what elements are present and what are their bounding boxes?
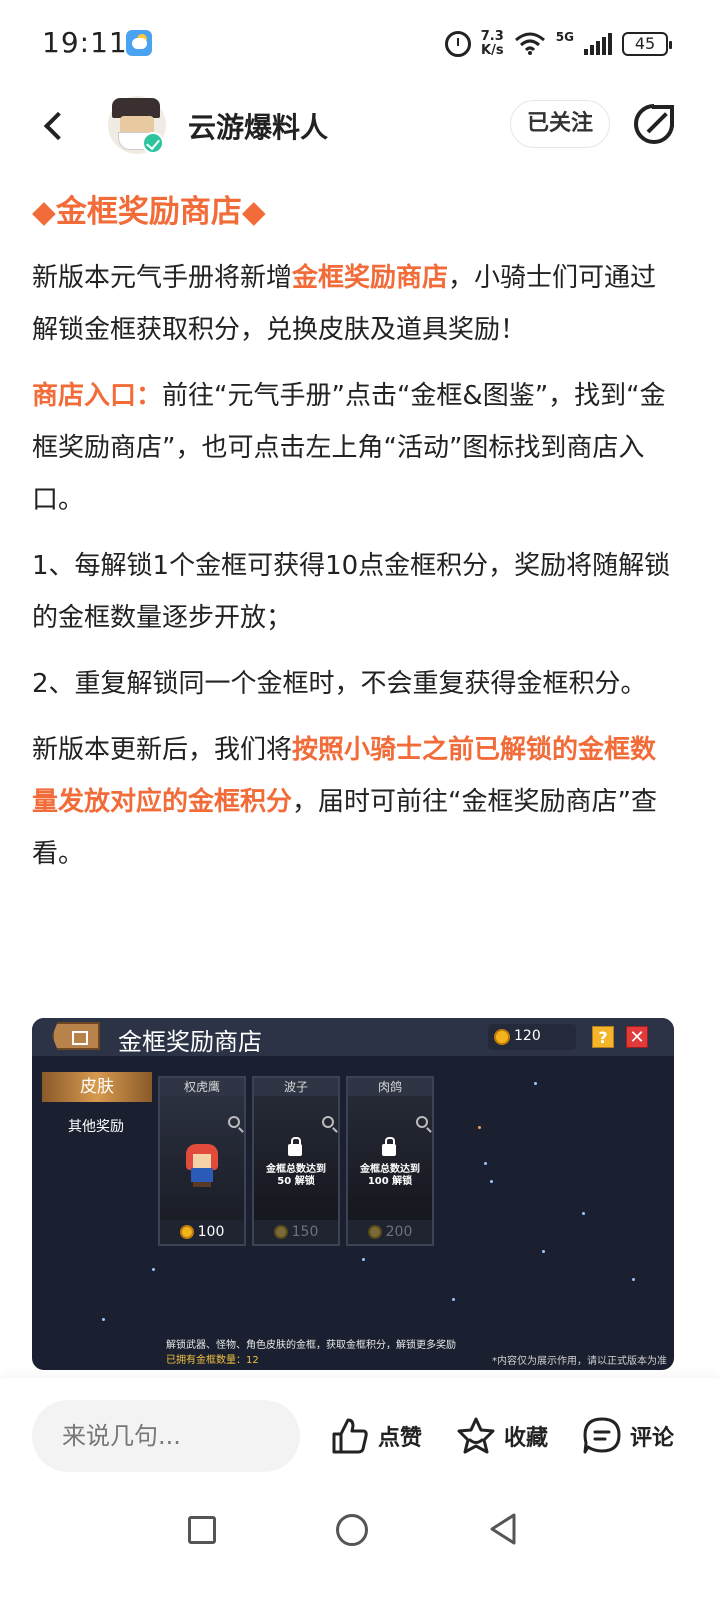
comment-label: 评论 — [630, 1426, 675, 1451]
lock-text: 金框总数达到 50 解锁 — [266, 1164, 326, 1187]
verified-badge-icon — [142, 132, 164, 154]
signal-icon — [584, 33, 612, 55]
zoom-icon[interactable] — [416, 1116, 428, 1128]
coin-icon — [273, 1225, 288, 1239]
favorite-button[interactable]: 收藏 — [456, 1414, 548, 1458]
entry-label: 商店入口： — [32, 381, 163, 411]
recent-apps-icon[interactable] — [188, 1516, 216, 1544]
network-type: 5G — [555, 30, 574, 44]
nav-back-icon[interactable] — [488, 1512, 518, 1546]
paragraph-update: 新版本更新后，我们将按照小骑士之前已解锁的金框数量发放对应的金框积分，届时可前往… — [32, 735, 657, 869]
card-price: 150 — [254, 1220, 338, 1244]
network-speed: 7.3 K/s — [481, 30, 504, 58]
game-back-icon[interactable] — [52, 1022, 100, 1050]
game-screenshot[interactable]: 金框奖励商店 120 ? ✕ 皮肤 其他奖励 权虎鹰 100 波子 金框总数达到… — [32, 1018, 674, 1370]
zoom-icon[interactable] — [228, 1116, 240, 1128]
lock-text: 金框总数达到 100 解锁 — [360, 1164, 420, 1187]
game-close-icon[interactable]: ✕ — [626, 1026, 648, 1048]
follow-button[interactable]: 已关注 — [510, 100, 610, 148]
system-nav-bar — [0, 1492, 720, 1604]
game-footer-description: 解锁武器、怪物、角色皮肤的金框，获取金框积分，解锁更多奖励 — [166, 1340, 456, 1351]
comment-bubble-icon — [583, 1417, 621, 1454]
card-name: 肉鸽 — [348, 1078, 432, 1096]
game-footer-owned: 已拥有金框数量：12 — [166, 1355, 259, 1366]
star-icon — [457, 1417, 495, 1454]
network-speed-unit: K/s — [481, 43, 504, 58]
status-bar: 19:11 7.3 K/s 5G 45 — [0, 0, 720, 88]
paragraph-rule-2: 2、重复解锁同一个金框时，不会重复获得金框积分。 — [32, 669, 647, 699]
paragraph-intro: 新版本元气手册将新增金框奖励商店，小骑士们可通过解锁金框获取积分，兑换皮肤及道具… — [32, 263, 657, 345]
lock-icon — [288, 1137, 302, 1156]
status-icons: 7.3 K/s 5G 45 — [444, 28, 672, 60]
coin-icon — [179, 1225, 194, 1239]
knight-skin-icon — [184, 1144, 220, 1188]
bottom-action-bar: 点赞 收藏 评论 — [0, 1378, 720, 1492]
alarm-icon — [444, 31, 471, 57]
game-tab-skin[interactable]: 皮肤 — [42, 1072, 152, 1102]
post-header: 云游爆料人 已关注 — [0, 88, 720, 168]
game-title: 金框奖励商店 — [118, 1028, 262, 1056]
home-icon[interactable] — [336, 1514, 368, 1546]
article-title: ◆金框奖励商店◆ — [32, 194, 266, 230]
game-title-bar: 金框奖励商店 120 ? ✕ — [32, 1018, 674, 1056]
reward-card[interactable]: 波子 金框总数达到 50 解锁 150 — [252, 1076, 340, 1246]
coin-icon — [494, 1029, 510, 1045]
paragraph-rule-1: 1、每解锁1个金框可获得10点金框积分，奖励将随解锁的金框数量逐步开放； — [32, 551, 671, 633]
card-name: 权虎鹰 — [160, 1078, 244, 1096]
network-speed-value: 7.3 — [480, 29, 504, 44]
coin-balance: 120 — [488, 1024, 576, 1050]
comment-button[interactable]: 评论 — [582, 1414, 674, 1458]
paragraph-entry: 商店入口：前往“元气手册”点击“金框&图鉴”，找到“金框奖励商店”，也可点击左上… — [32, 381, 666, 515]
battery-icon: 45 — [622, 32, 672, 56]
status-time: 19:11 — [42, 26, 128, 59]
author-name[interactable]: 云游爆料人 — [188, 106, 328, 146]
back-button[interactable] — [34, 106, 74, 146]
game-footer-note: *内容仅为展示作用，请以正式版本为准 — [492, 1356, 667, 1367]
coin-value: 120 — [514, 1028, 541, 1044]
lock-icon — [382, 1137, 396, 1156]
comment-input[interactable] — [32, 1400, 300, 1472]
article-body: ◆金框奖励商店◆ 新版本元气手册将新增金框奖励商店，小骑士们可通过解锁金框获取积… — [32, 186, 672, 880]
reward-card[interactable]: 权虎鹰 100 — [158, 1076, 246, 1246]
share-icon[interactable] — [634, 102, 676, 144]
favorite-label: 收藏 — [504, 1426, 549, 1451]
card-name: 波子 — [254, 1078, 338, 1096]
weather-icon — [126, 30, 152, 56]
highlight-shop: 金框奖励商店 — [292, 263, 449, 293]
wifi-icon — [514, 32, 545, 55]
game-tab-other[interactable]: 其他奖励 — [68, 1116, 124, 1136]
like-label: 点赞 — [378, 1426, 423, 1451]
like-button[interactable]: 点赞 — [330, 1414, 422, 1458]
thumbs-up-icon — [332, 1418, 368, 1454]
reward-card[interactable]: 肉鸽 金框总数达到 100 解锁 200 — [346, 1076, 434, 1246]
zoom-icon[interactable] — [322, 1116, 334, 1128]
game-help-icon[interactable]: ? — [592, 1026, 614, 1048]
coin-icon — [367, 1225, 382, 1239]
card-price: 100 — [160, 1220, 244, 1244]
back-arrow-icon — [43, 111, 73, 141]
card-price: 200 — [348, 1220, 432, 1244]
